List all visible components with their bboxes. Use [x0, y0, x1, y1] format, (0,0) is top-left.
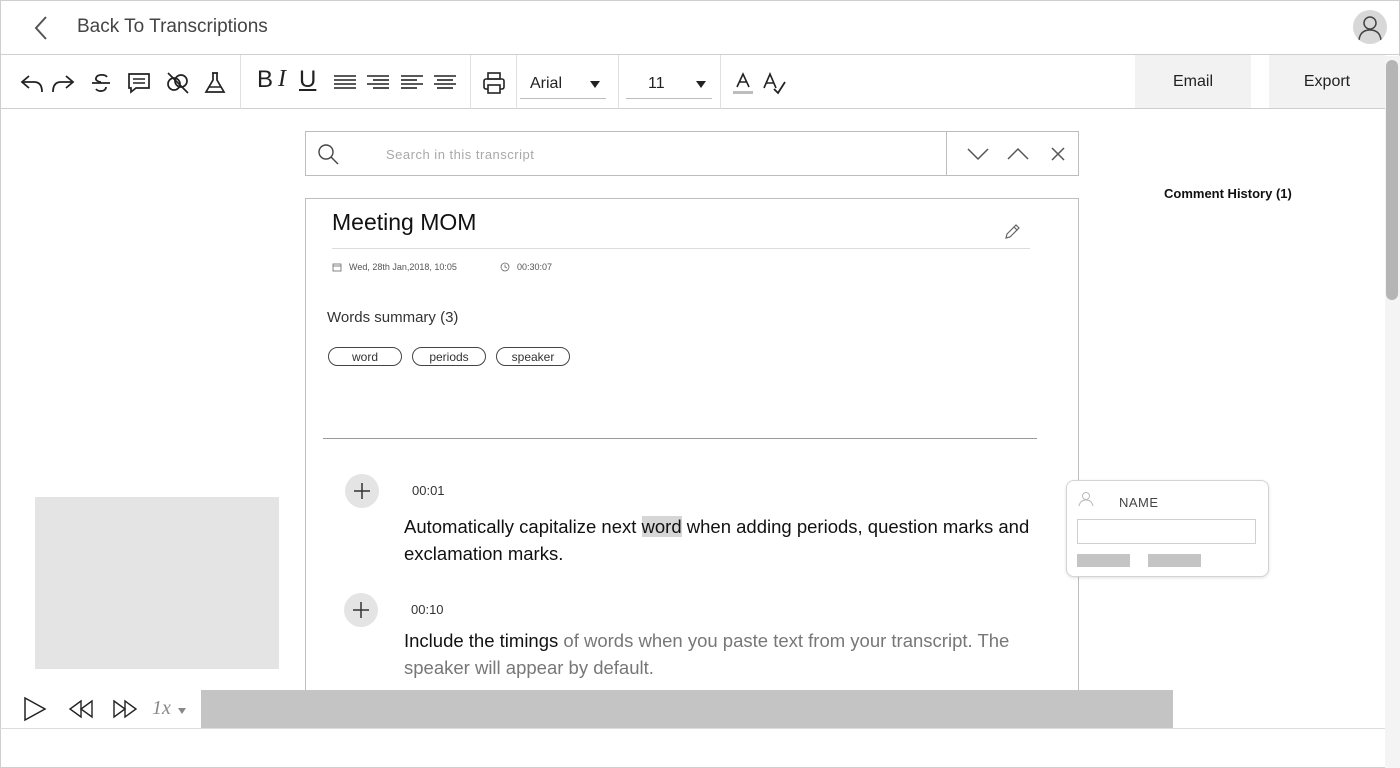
bold-button[interactable]: B — [257, 66, 273, 94]
chevron-down-icon[interactable] — [966, 142, 990, 166]
caret-down-icon — [178, 708, 186, 714]
fast-forward-icon[interactable] — [112, 699, 138, 719]
transcript-duration: 00:30:07 — [500, 262, 552, 272]
footer-bar — [0, 728, 1400, 768]
undo-icon[interactable] — [18, 69, 46, 97]
add-comment-button[interactable] — [345, 474, 379, 508]
toolbar-divider — [516, 55, 517, 109]
print-icon[interactable] — [480, 69, 508, 97]
words-summary-label: Words summary (3) — [327, 309, 459, 326]
caret-down-icon — [590, 81, 600, 88]
transcript-entry-text[interactable]: Automatically capitalize next word when … — [404, 513, 1034, 567]
redo-icon[interactable] — [49, 69, 77, 97]
video-preview[interactable] — [35, 497, 279, 669]
playback-speed-select[interactable]: 1x — [152, 697, 171, 720]
section-divider — [323, 438, 1037, 439]
rewind-icon[interactable] — [68, 699, 94, 719]
flask-icon[interactable] — [201, 69, 229, 97]
email-button[interactable]: Email — [1135, 55, 1251, 108]
toolbar-divider — [240, 55, 241, 109]
toolbar-divider — [720, 55, 721, 109]
unlink-icon[interactable] — [164, 69, 192, 97]
underline-button[interactable]: U — [299, 66, 316, 94]
toolbar-divider — [470, 55, 471, 109]
tag-chip[interactable]: speaker — [496, 347, 570, 366]
chevron-left-icon[interactable] — [28, 14, 54, 42]
calendar-icon — [332, 263, 342, 272]
align-right-icon[interactable] — [364, 69, 392, 97]
font-family-select[interactable]: Arial — [520, 67, 606, 99]
search-icon[interactable] — [316, 142, 340, 166]
caret-down-icon — [696, 81, 706, 88]
highlighted-word[interactable]: word — [641, 516, 682, 537]
back-to-transcriptions-link[interactable]: Back To Transcriptions — [77, 16, 268, 38]
transcript-panel: Meeting MOM Wed, 28th Jan,2018, 10:05 00… — [305, 198, 1079, 693]
font-size-value: 11 — [648, 75, 665, 92]
entry-timestamp: 00:01 — [412, 483, 445, 498]
entry-timestamp: 00:10 — [411, 602, 444, 617]
header: Back To Transcriptions — [0, 0, 1400, 55]
scrollbar-thumb[interactable] — [1386, 60, 1398, 300]
date-text: Wed, 28th Jan,2018, 10:05 — [349, 262, 457, 272]
plus-icon — [353, 602, 369, 618]
strikethrough-icon[interactable] — [87, 69, 115, 97]
pencil-icon[interactable] — [1003, 223, 1021, 241]
align-left-icon[interactable] — [398, 69, 426, 97]
font-family-value: Arial — [530, 75, 563, 92]
comment-name-label: NAME — [1119, 495, 1159, 510]
entry-text-strong: Include the timings — [404, 630, 559, 651]
italic-button[interactable]: I — [278, 66, 286, 93]
transcript-entry-text[interactable]: Include the timings of words when you pa… — [404, 627, 1034, 681]
play-icon[interactable] — [22, 696, 48, 722]
playback-progress-bar[interactable] — [201, 690, 1173, 728]
clock-icon — [500, 262, 510, 272]
plus-icon — [354, 483, 370, 499]
user-icon — [1078, 492, 1094, 507]
font-color-icon[interactable] — [729, 69, 757, 97]
comment-card: NAME — [1066, 480, 1269, 577]
tag-chip[interactable]: word — [328, 347, 402, 366]
comment-history-link[interactable]: Comment History (1) — [1164, 186, 1292, 201]
toolbar-divider — [618, 55, 619, 109]
user-avatar-icon[interactable] — [1353, 10, 1387, 44]
transcript-search — [305, 131, 1079, 176]
font-size-select[interactable]: 11 — [626, 67, 712, 99]
spell-check-icon[interactable] — [760, 69, 788, 97]
entry-text-segment: Automatically capitalize next — [404, 516, 642, 537]
transcript-date: Wed, 28th Jan,2018, 10:05 — [332, 262, 457, 272]
duration-text: 00:30:07 — [517, 262, 553, 272]
comment-icon[interactable] — [125, 69, 153, 97]
add-comment-button[interactable] — [344, 593, 378, 627]
align-justify-icon[interactable] — [331, 69, 359, 97]
search-input[interactable] — [386, 140, 926, 168]
close-icon[interactable] — [1046, 142, 1070, 166]
comment-input[interactable] — [1077, 519, 1256, 544]
align-center-icon[interactable] — [431, 69, 459, 97]
search-divider — [946, 132, 947, 175]
comment-action-button[interactable] — [1077, 554, 1130, 567]
chevron-up-icon[interactable] — [1006, 142, 1030, 166]
tag-chip[interactable]: periods — [412, 347, 486, 366]
title-divider — [332, 248, 1030, 249]
comment-action-button[interactable] — [1148, 554, 1201, 567]
export-button[interactable]: Export — [1269, 55, 1385, 108]
page-title: Meeting MOM — [332, 209, 477, 235]
